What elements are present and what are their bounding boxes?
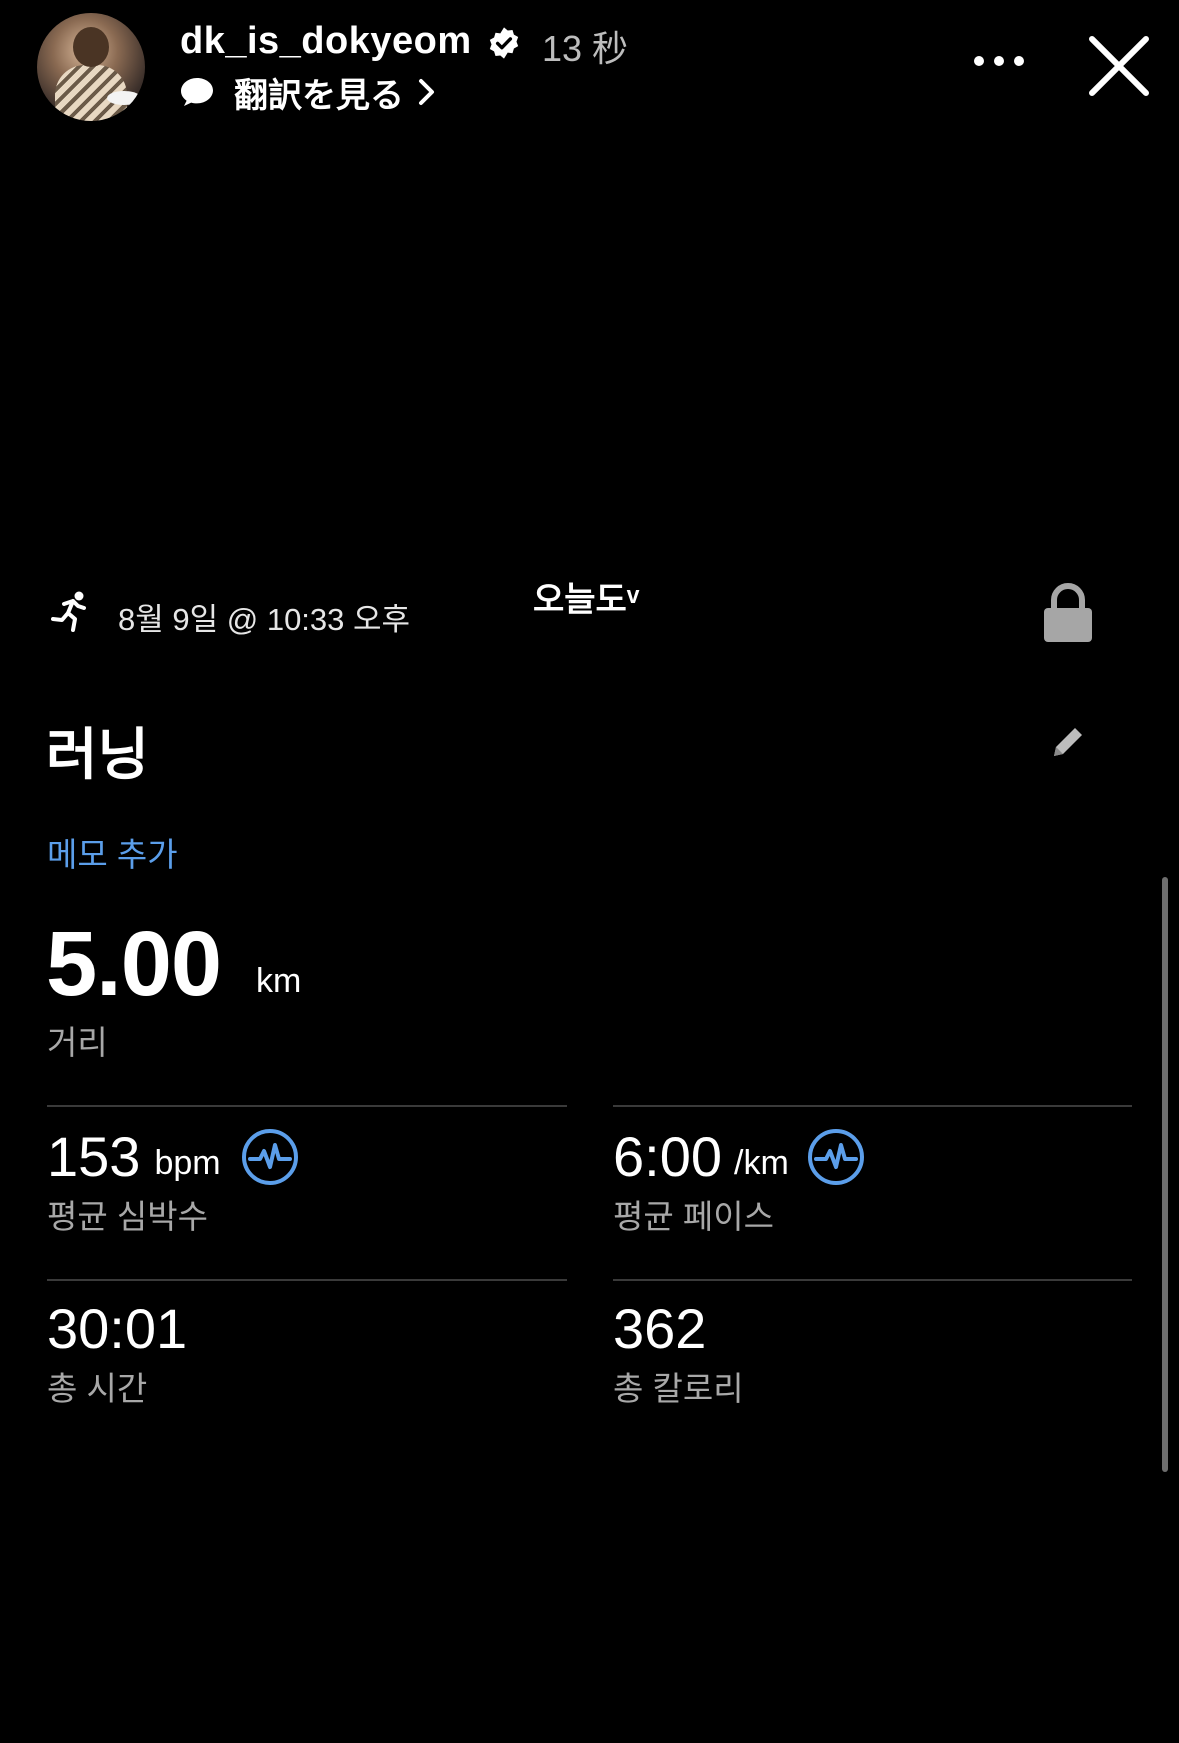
pace-pulse-icon[interactable] (807, 1128, 865, 1186)
see-translation-label: 翻訳を見る (234, 76, 404, 115)
distance-value: 5.00 (46, 913, 222, 1015)
divider (47, 1105, 567, 1107)
username[interactable]: dk_is_dokyeom (180, 20, 472, 63)
avatar[interactable] (37, 13, 145, 121)
pace-label: 평균 페이스 (613, 1198, 774, 1235)
pencil-icon[interactable] (1048, 722, 1088, 762)
pace-stat: 6:00 /km (613, 1124, 865, 1189)
distance-label: 거리 (47, 1024, 108, 1061)
chevron-right-icon (419, 79, 434, 105)
workout-title: 러닝 (46, 723, 150, 786)
close-icon[interactable] (1088, 35, 1150, 97)
calories-value: 362 (613, 1297, 707, 1360)
post-time: 13 秒 (542, 28, 629, 69)
duration-value: 30:01 (47, 1297, 188, 1360)
heart-rate-value: 153 (47, 1125, 141, 1188)
pace-value: 6:00 (613, 1125, 722, 1188)
story-text-sticker: 오늘도ᵛ (533, 581, 640, 619)
divider (47, 1279, 567, 1281)
pace-unit: /km (734, 1144, 789, 1182)
running-person-icon (51, 591, 86, 632)
calories-label: 총 칼로리 (613, 1370, 744, 1407)
more-options-icon[interactable] (972, 52, 1026, 70)
duration-label: 총 시간 (47, 1370, 148, 1407)
divider (613, 1279, 1132, 1281)
heart-rate-unit: bpm (154, 1144, 221, 1182)
scrollbar[interactable] (1162, 877, 1168, 1472)
heart-rate-label: 평균 심박수 (47, 1198, 208, 1235)
distance-unit: km (256, 962, 302, 1000)
see-translation-button[interactable]: 翻訳を見る (180, 70, 438, 115)
divider (613, 1105, 1132, 1107)
heart-rate-stat: 153 bpm (47, 1124, 299, 1189)
speech-bubble-icon (181, 78, 213, 106)
verified-badge-icon (489, 27, 519, 59)
heart-rate-pulse-icon[interactable] (241, 1128, 299, 1186)
lock-icon[interactable] (1040, 582, 1096, 644)
workout-date: 8월 9일 @ 10:33 오후 (118, 602, 411, 637)
add-memo-link[interactable]: 메모 추가 (47, 828, 178, 876)
